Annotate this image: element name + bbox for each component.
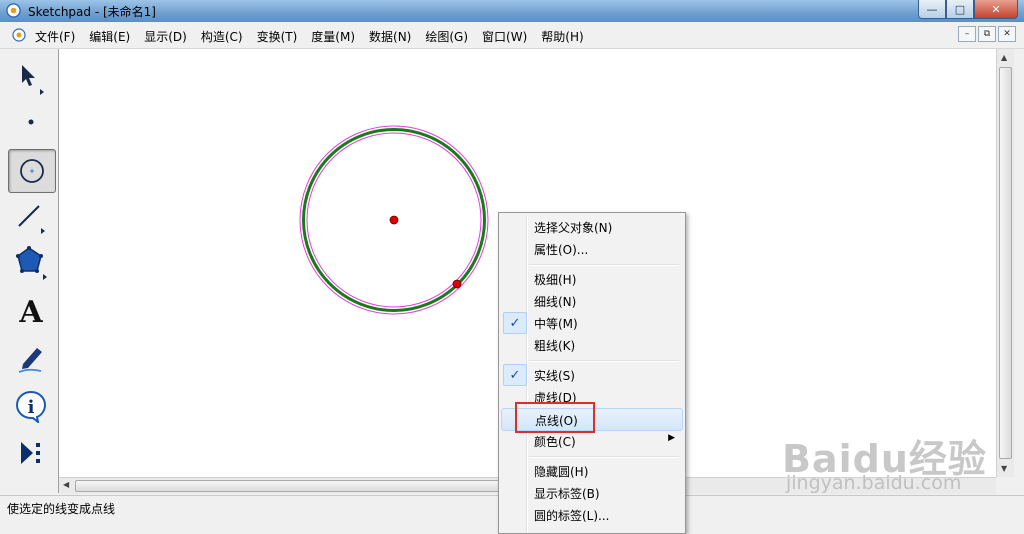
scroll-down-icon[interactable]: ▼ bbox=[1001, 464, 1007, 473]
menu-data[interactable]: 数据(N) bbox=[369, 28, 411, 45]
horizontal-scroll-thumb[interactable] bbox=[75, 480, 517, 492]
menu-edit[interactable]: 编辑(E) bbox=[89, 28, 130, 45]
tool-text[interactable]: A bbox=[8, 291, 54, 333]
menu-display[interactable]: 显示(D) bbox=[144, 28, 187, 45]
radius-point[interactable] bbox=[452, 279, 462, 289]
submenu-arrow-icon: ▶ bbox=[668, 433, 675, 443]
menu-graph[interactable]: 绘图(G) bbox=[425, 28, 468, 45]
menu-item-show-label[interactable]: 显示标签(B) bbox=[501, 482, 683, 503]
menu-file[interactable]: 文件(F) bbox=[35, 28, 75, 45]
title-bar: Sketchpad - [未命名1] — □ ✕ bbox=[0, 0, 1024, 22]
menu-bar: 文件(F) 编辑(E) 显示(D) 构造(C) 变换(T) 度量(M) 数据(N… bbox=[0, 22, 1024, 49]
center-point[interactable] bbox=[389, 215, 399, 225]
menu-window[interactable]: 窗口(W) bbox=[482, 28, 527, 45]
tool-straightedge[interactable] bbox=[8, 195, 54, 237]
menu-item-thin[interactable]: 细线(N) bbox=[501, 290, 683, 311]
information-icon: i bbox=[15, 390, 47, 423]
document-restore-button[interactable]: ⧉ bbox=[978, 26, 996, 42]
menu-item-thick[interactable]: 粗线(K) bbox=[501, 334, 683, 355]
menu-item-medium[interactable]: ✓ 中等(M) bbox=[501, 312, 683, 334]
arrow-icon bbox=[22, 65, 44, 95]
status-text: 使选定的线变成点线 bbox=[7, 502, 116, 516]
scroll-left-icon[interactable]: ◀ bbox=[63, 480, 69, 489]
scroll-up-icon[interactable]: ▲ bbox=[1001, 53, 1007, 62]
minimize-button[interactable]: — bbox=[918, 0, 946, 19]
document-minimize-button[interactable]: – bbox=[958, 26, 976, 42]
menu-transform[interactable]: 变换(T) bbox=[257, 28, 298, 45]
text-tool-icon: A bbox=[19, 294, 43, 330]
menu-item-color[interactable]: 颜色(C) ▶ bbox=[501, 430, 683, 451]
menu-measure[interactable]: 度量(M) bbox=[311, 28, 355, 45]
highlight-annotation-box bbox=[515, 402, 595, 433]
tool-marker[interactable] bbox=[8, 337, 54, 379]
tool-custom-tools[interactable] bbox=[8, 432, 54, 474]
menu-item-thinnest[interactable]: 极细(H) bbox=[501, 268, 683, 289]
tool-selection-arrow[interactable] bbox=[8, 57, 54, 99]
checkmark-icon: ✓ bbox=[503, 312, 527, 334]
tool-point[interactable] bbox=[8, 101, 54, 143]
baidu-watermark: Baidu经验 jingyan.baidu.com bbox=[782, 428, 987, 494]
menu-separator bbox=[529, 360, 679, 362]
menu-item-select-parent[interactable]: 选择父对象(N) bbox=[501, 216, 683, 237]
vertical-scrollbar[interactable]: ▲ ▼ bbox=[996, 49, 1014, 477]
document-icon[interactable] bbox=[12, 28, 26, 42]
menu-item-hide-circle[interactable]: 隐藏圆(H) bbox=[501, 460, 683, 481]
menu-separator bbox=[529, 264, 679, 266]
tool-compass[interactable] bbox=[8, 149, 56, 193]
menu-construct[interactable]: 构造(C) bbox=[201, 28, 243, 45]
watermark-url: jingyan.baidu.com bbox=[786, 472, 962, 494]
maximize-button[interactable]: □ bbox=[946, 0, 974, 19]
context-menu: 选择父对象(N) 属性(O)... 极细(H) 细线(N) ✓ 中等(M) 粗线… bbox=[498, 212, 686, 534]
custom-tools-icon bbox=[21, 442, 40, 464]
point-icon bbox=[28, 119, 34, 125]
checkmark-icon: ✓ bbox=[503, 364, 527, 386]
menu-separator bbox=[529, 456, 679, 458]
document-close-button[interactable]: ✕ bbox=[998, 26, 1016, 42]
menu-item-properties[interactable]: 属性(O)... bbox=[501, 238, 683, 259]
svg-text:i: i bbox=[28, 397, 35, 418]
straightedge-icon bbox=[18, 205, 45, 234]
toolbox: A i bbox=[0, 49, 59, 493]
marker-icon bbox=[18, 348, 42, 373]
close-button[interactable]: ✕ bbox=[974, 0, 1018, 19]
vertical-scroll-thumb[interactable] bbox=[999, 67, 1012, 459]
sketchpad-app-icon bbox=[6, 3, 21, 18]
tool-polygon[interactable] bbox=[8, 241, 54, 283]
polygon-icon bbox=[16, 246, 47, 280]
menu-item-solid[interactable]: ✓ 实线(S) bbox=[501, 364, 683, 386]
window-title: Sketchpad - [未命名1] bbox=[28, 5, 156, 19]
tool-information[interactable]: i bbox=[8, 385, 54, 427]
compass-icon bbox=[20, 159, 44, 183]
menu-help[interactable]: 帮助(H) bbox=[541, 28, 583, 45]
menu-item-circle-label[interactable]: 圆的标签(L)... bbox=[501, 504, 683, 525]
